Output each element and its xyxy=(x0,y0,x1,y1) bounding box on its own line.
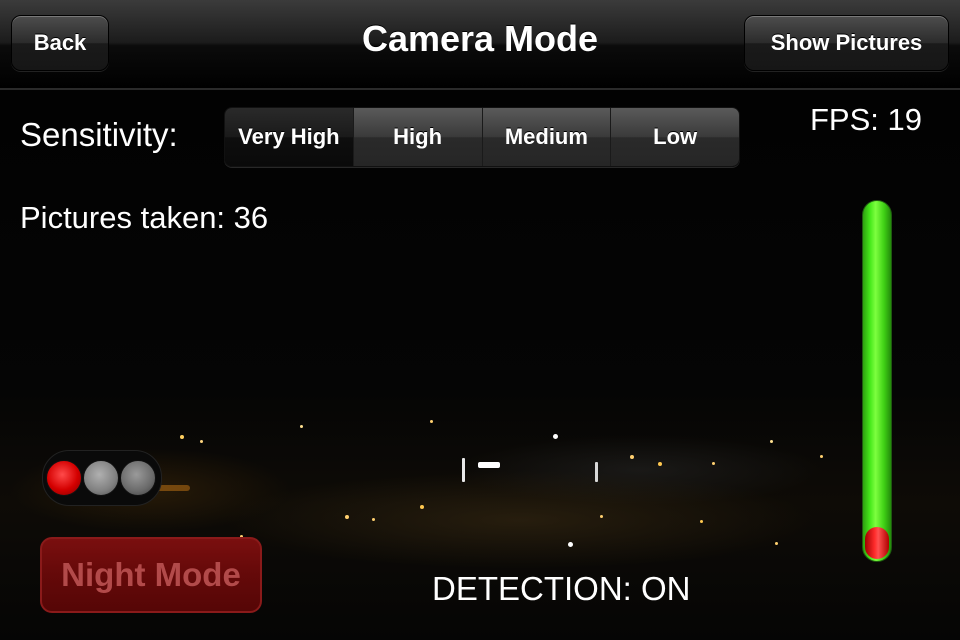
city-light xyxy=(372,518,375,521)
city-light xyxy=(478,462,500,468)
city-light xyxy=(770,440,773,443)
city-light xyxy=(420,505,424,509)
sensitivity-option-medium[interactable]: Medium xyxy=(481,108,611,166)
sensitivity-segmented-control: Very High High Medium Low xyxy=(224,107,740,167)
off-light-icon xyxy=(83,460,119,496)
city-light xyxy=(712,462,715,465)
red-light-icon xyxy=(46,460,82,496)
city-light xyxy=(595,462,598,482)
pictures-taken-count: Pictures taken: 36 xyxy=(20,200,269,235)
city-light xyxy=(775,542,778,545)
sensitivity-label: Sensitivity: xyxy=(20,116,178,153)
city-light xyxy=(345,515,349,519)
city-light xyxy=(180,435,184,439)
city-light xyxy=(430,420,433,423)
night-mode-button[interactable]: Night Mode xyxy=(40,537,262,613)
sensitivity-option-low[interactable]: Low xyxy=(610,108,739,166)
page-title: Camera Mode xyxy=(361,18,599,59)
city-light xyxy=(630,455,634,459)
motion-level-meter xyxy=(862,200,892,562)
back-button[interactable]: Back xyxy=(11,15,109,71)
city-light xyxy=(300,425,303,428)
city-light xyxy=(820,455,823,458)
fps-readout: FPS: 19 xyxy=(810,102,922,137)
city-light xyxy=(568,542,573,547)
city-light xyxy=(600,515,603,518)
motion-level-fill xyxy=(865,527,889,559)
sensitivity-option-very-high[interactable]: Very High xyxy=(225,108,353,166)
detection-indicator-lights xyxy=(42,450,162,506)
city-light xyxy=(553,434,558,439)
city-light xyxy=(200,440,203,443)
show-pictures-button[interactable]: Show Pictures xyxy=(744,15,949,71)
off-light-icon xyxy=(120,460,156,496)
detection-status: DETECTION: ON xyxy=(432,570,691,607)
city-light xyxy=(658,462,662,466)
navigation-bar: Back Camera Mode Show Pictures xyxy=(0,0,960,90)
city-light xyxy=(700,520,703,523)
city-light xyxy=(462,458,465,482)
sensitivity-option-high[interactable]: High xyxy=(352,108,482,166)
